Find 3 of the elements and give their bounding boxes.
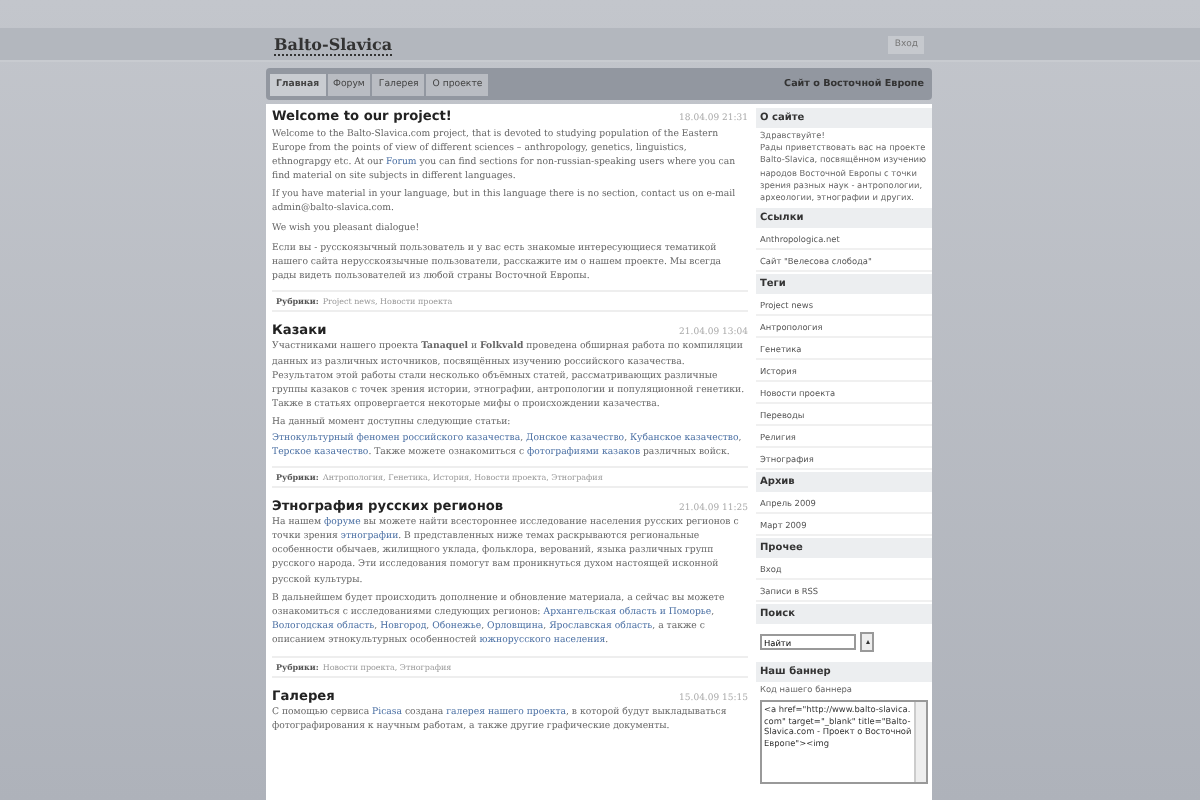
scrollbar [914, 702, 926, 783]
search-button[interactable] [860, 632, 874, 653]
site-logo[interactable]: Balto-Slavica [274, 33, 393, 55]
